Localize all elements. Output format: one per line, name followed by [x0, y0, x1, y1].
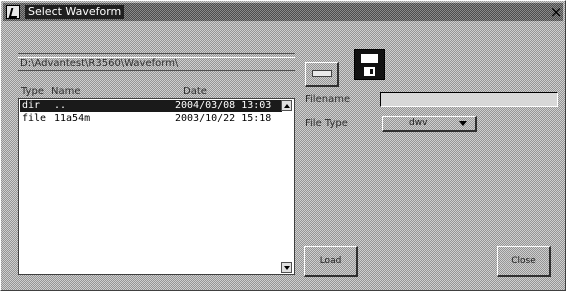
up-folder-icon [312, 70, 332, 77]
row-type: file [22, 113, 47, 124]
filetype-label: File Type [305, 118, 348, 129]
load-button[interactable]: Load [304, 246, 358, 277]
save-button[interactable] [354, 49, 385, 80]
filetype-value: dwv [409, 118, 428, 128]
app-icon [6, 5, 20, 19]
current-path: D:\Advantest\R3560\Waveform\ [18, 57, 295, 71]
filetype-select[interactable]: dwv [382, 116, 477, 132]
file-list-row[interactable]: file 11a54m 2003/10/22 15:18 [20, 113, 282, 125]
scroll-down-arrow-icon[interactable] [281, 262, 292, 273]
row-type: dir [22, 100, 41, 111]
filename-label: Filename [305, 94, 351, 105]
filename-input[interactable] [380, 92, 558, 107]
up-folder-button[interactable] [305, 62, 339, 87]
row-date: 2004/03/08 13:03 [175, 100, 272, 111]
close-button[interactable]: Close [497, 246, 551, 277]
file-list-header: Type Name Date [21, 86, 291, 98]
window-title: Select Waveform [25, 5, 125, 19]
floppy-shutter [364, 67, 375, 76]
chevron-down-icon [459, 121, 467, 126]
scroll-up-arrow-icon[interactable] [281, 100, 292, 111]
row-name: .. [54, 100, 67, 111]
path-divider [18, 53, 295, 54]
column-header-date: Date [183, 86, 207, 97]
floppy-disk-icon [361, 54, 378, 63]
row-date: 2003/10/22 15:18 [175, 113, 272, 124]
column-header-name: Name [51, 86, 81, 97]
select-waveform-dialog: Select Waveform × D:\Advantest\R3560\Wav… [0, 0, 566, 291]
file-list[interactable]: dir .. 2004/03/08 13:03 file 11a54m 2003… [18, 98, 295, 275]
close-window-button[interactable]: × [549, 3, 563, 21]
column-header-type: Type [21, 86, 44, 97]
row-name: 11a54m [54, 113, 91, 124]
file-list-row[interactable]: dir .. 2004/03/08 13:03 [20, 100, 282, 112]
title-bar[interactable]: Select Waveform × [3, 3, 563, 21]
